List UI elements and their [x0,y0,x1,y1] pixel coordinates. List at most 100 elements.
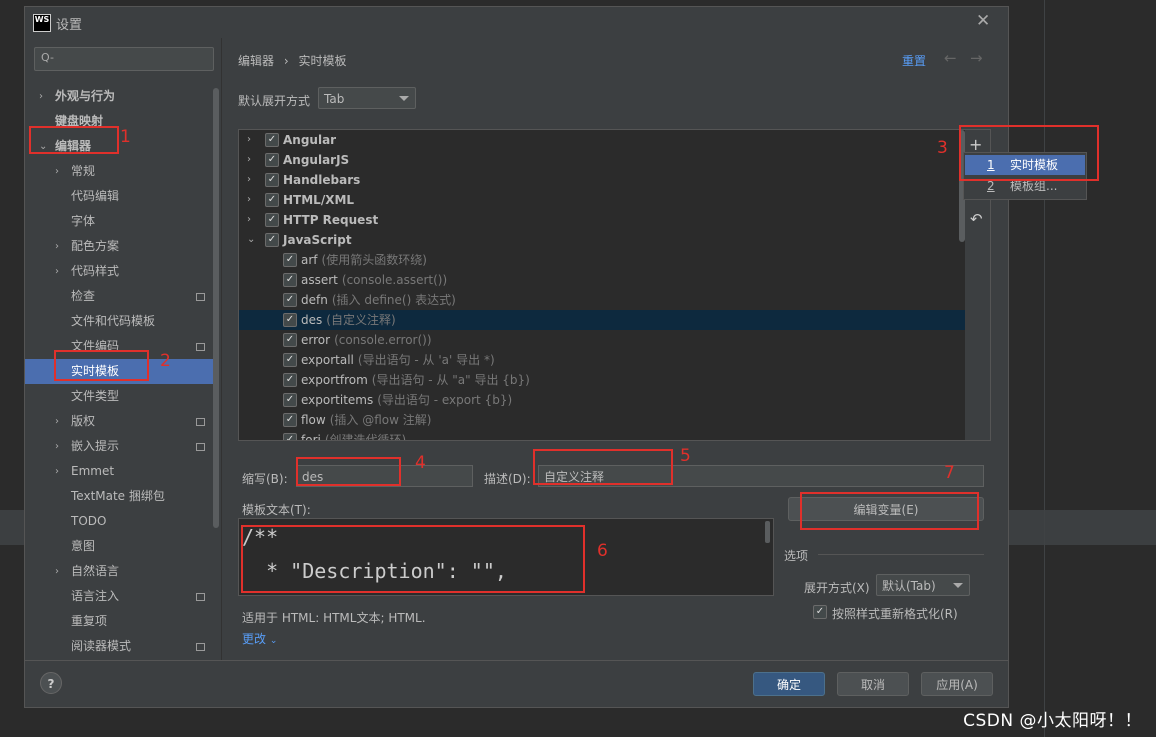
footer-divider [25,660,1008,661]
sidebar-item[interactable]: 文件类型 [25,384,215,409]
sidebar-item[interactable]: TextMate 捆绑包 [25,484,215,509]
template-checkbox[interactable]: ✓ [283,413,297,427]
template-row[interactable]: ✓ fori (创建迭代循环) [239,430,965,440]
chevron-right-icon[interactable]: › [55,159,59,184]
template-abbrev: exportall [301,353,354,367]
chevron-right-icon[interactable]: › [55,234,59,259]
chevron-right-icon[interactable]: › [55,434,59,459]
template-checkbox[interactable]: ✓ [265,153,279,167]
template-checkbox[interactable]: ✓ [265,133,279,147]
undo-icon[interactable]: ↶ [970,210,983,228]
template-group-row[interactable]: › ✓ AngularJS [239,150,965,170]
template-row[interactable]: ✓ exportfrom (导出语句 - 从 "a" 导出 {b}) [239,370,965,390]
sidebar-item[interactable]: 字体 [25,209,215,234]
template-row[interactable]: ✓ exportitems (导出语句 - export {b}) [239,390,965,410]
template-abbrev: Handlebars [283,173,361,187]
template-checkbox[interactable]: ✓ [283,333,297,347]
template-description: (导出语句 - 从 "a" 导出 {b}) [371,373,530,387]
chevron-right-icon[interactable]: › [247,170,251,190]
editor-scrollbar[interactable] [765,521,770,543]
template-checkbox[interactable]: ✓ [283,293,297,307]
sidebar-item[interactable]: 语言注入 [25,584,215,609]
template-checkbox[interactable]: ✓ [283,253,297,267]
sidebar-item[interactable]: 文件和代码模板 [25,309,215,334]
template-checkbox[interactable]: ✓ [283,393,297,407]
sidebar-item-label: 重复项 [71,614,108,628]
expand-mode-label: 展开方式(X) [804,581,870,595]
chevron-right-icon[interactable]: › [247,190,251,210]
apply-button[interactable]: 应用(A) [921,672,993,696]
help-button[interactable]: ? [40,672,62,694]
chevron-right-icon[interactable]: › [247,210,251,230]
sidebar-item[interactable]: 代码编辑 [25,184,215,209]
template-row[interactable]: ✓ des (自定义注释) [239,310,965,330]
template-name: AngularJS [283,150,349,170]
sidebar-item[interactable]: 阅读器模式 [25,634,215,659]
sidebar-item[interactable]: 意图 [25,534,215,559]
change-contexts-link[interactable]: 更改 ⌄ [242,630,277,647]
template-group-row[interactable]: › ✓ HTML/XML [239,190,965,210]
template-name: exportitems (导出语句 - export {b}) [301,390,512,410]
breadcrumb-parent[interactable]: 编辑器 [238,54,274,68]
chevron-right-icon[interactable]: › [247,130,251,150]
sidebar-scrollbar[interactable] [213,88,219,528]
close-icon[interactable]: ✕ [976,11,990,31]
sidebar-item[interactable]: › 外观与行为 [25,84,215,109]
sidebar-item[interactable]: 检查 [25,284,215,309]
expand-with-select[interactable]: Tab [318,87,416,109]
template-row[interactable]: ✓ flow (插入 @flow 注解) [239,410,965,430]
annotation-box [54,350,149,381]
template-group-row[interactable]: › ✓ Handlebars [239,170,965,190]
template-row[interactable]: ✓ arf (使用箭头函数环绕) [239,250,965,270]
chevron-down-icon[interactable]: ⌄ [247,230,255,250]
template-group-row[interactable]: › ✓ HTTP Request [239,210,965,230]
sidebar-item[interactable]: › Emmet [25,459,215,484]
template-group-row[interactable]: ⌄ ✓ JavaScript [239,230,965,250]
template-description: (导出语句 - 从 'a' 导出 *) [357,353,495,367]
template-checkbox[interactable]: ✓ [265,213,279,227]
sidebar-item[interactable]: › 代码样式 [25,259,215,284]
chevron-right-icon[interactable]: › [247,150,251,170]
forward-arrow-icon[interactable]: → [970,49,983,67]
cancel-button[interactable]: 取消 [837,672,909,696]
chevron-down-icon [399,96,409,101]
template-checkbox[interactable]: ✓ [265,193,279,207]
template-checkbox[interactable]: ✓ [283,353,297,367]
chevron-right-icon[interactable]: › [55,259,59,284]
sidebar-item[interactable]: › 自然语言 [25,559,215,584]
template-row[interactable]: ✓ defn (插入 define() 表达式) [239,290,965,310]
reset-link[interactable]: 重置 [902,52,926,69]
chevron-right-icon[interactable]: › [55,409,59,434]
template-group-row[interactable]: › ✓ Angular [239,130,965,150]
template-row[interactable]: ✓ assert (console.assert()) [239,270,965,290]
template-checkbox[interactable]: ✓ [283,313,297,327]
template-checkbox[interactable]: ✓ [265,173,279,187]
back-arrow-icon[interactable]: ← [944,49,957,67]
template-name: HTML/XML [283,190,354,210]
template-row[interactable]: ✓ exportall (导出语句 - 从 'a' 导出 *) [239,350,965,370]
template-checkbox[interactable]: ✓ [283,373,297,387]
reformat-checkbox[interactable]: ✓ [813,605,827,619]
template-description: (插入 define() 表达式) [331,293,456,307]
sidebar-item[interactable]: 重复项 [25,609,215,634]
sidebar-item[interactable]: › 常规 [25,159,215,184]
chevron-right-icon[interactable]: › [39,84,43,109]
template-row[interactable]: ✓ error (console.error()) [239,330,965,350]
template-checkbox[interactable]: ✓ [283,273,297,287]
reformat-label: 按照样式重新格式化(R) [832,607,958,621]
template-checkbox[interactable]: ✓ [283,433,297,440]
chevron-right-icon[interactable]: › [55,459,59,484]
sidebar-search-input[interactable]: Q- [34,47,214,71]
sidebar-item[interactable]: › 嵌入提示 [25,434,215,459]
ok-button[interactable]: 确定 [753,672,825,696]
sidebar-item[interactable]: › 配色方案 [25,234,215,259]
template-checkbox[interactable]: ✓ [265,233,279,247]
annotation-box [241,525,585,593]
sidebar-item[interactable]: TODO [25,509,215,534]
chevron-right-icon[interactable]: › [55,559,59,584]
project-scope-icon [196,293,205,301]
expand-mode-select[interactable]: 默认(Tab) [876,574,970,596]
sidebar-item[interactable]: › 版权 [25,409,215,434]
annotation-box [800,492,979,530]
template-abbrev: AngularJS [283,153,350,167]
